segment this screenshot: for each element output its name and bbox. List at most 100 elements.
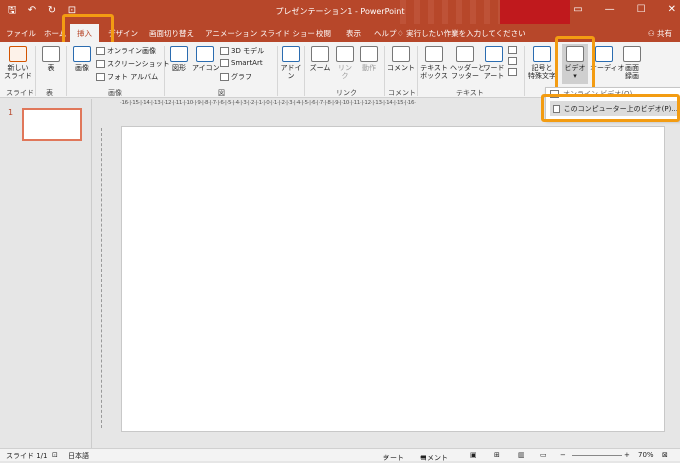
screenshot-button[interactable]: スクリーンショット <box>96 59 170 69</box>
table-button[interactable]: 表 <box>40 46 62 72</box>
zoom-out-icon[interactable]: − <box>560 451 566 459</box>
link-button[interactable]: リン ク <box>334 46 356 80</box>
symbol-label: 記号と 特殊文字 <box>528 64 556 80</box>
wordart-button[interactable]: ワード アート <box>482 46 506 80</box>
divider <box>164 46 165 96</box>
comment-icon <box>392 46 410 62</box>
group-label-table: 表 <box>46 89 53 97</box>
zoom-button[interactable]: ズーム <box>308 46 332 72</box>
maximize-icon[interactable]: ☐ <box>637 4 646 15</box>
shapes-button[interactable]: 図形 <box>168 46 190 72</box>
star-icon <box>360 46 378 62</box>
chart-icon <box>220 73 229 81</box>
divider <box>524 46 525 96</box>
3d-model-button[interactable]: 3D モデル <box>220 46 264 56</box>
minimize-icon[interactable]: — <box>605 4 615 15</box>
slide-number-icon[interactable] <box>508 57 517 65</box>
smartart-icon <box>220 59 229 67</box>
header-footer-icon <box>456 46 474 62</box>
accessibility-icon[interactable]: ⊡ <box>52 451 58 459</box>
horizontal-ruler: ·16·|·15·|·14·|·13·|·12·|·11·|·10·|·9·|·… <box>120 100 416 106</box>
slide-canvas[interactable] <box>121 126 665 432</box>
symbol-button[interactable]: 記号と 特殊文字 <box>528 46 556 80</box>
graph-label: グラフ <box>231 73 252 81</box>
shapes-icon <box>170 46 188 62</box>
header-footer-button[interactable]: ヘッダーと フッター <box>450 46 485 80</box>
slide-count: スライド 1/1 <box>6 452 48 460</box>
window-controls: ▭ — ☐ ✕ <box>573 4 676 15</box>
addin-button[interactable]: アドイ ン <box>280 46 302 80</box>
online-image-button[interactable]: オンライン画像 <box>96 46 156 56</box>
object-icon[interactable] <box>508 68 517 76</box>
ribbon-display-icon[interactable]: ▭ <box>573 4 582 15</box>
slideshow-view-icon[interactable]: ▭ <box>540 451 547 459</box>
new-slide-button[interactable]: 新しい スライド <box>4 46 32 80</box>
vertical-ruler <box>101 128 109 428</box>
sorter-view-icon[interactable]: ⊞ <box>494 451 500 459</box>
video-button-highlight <box>555 36 595 91</box>
comment-button[interactable]: コメント <box>387 46 415 72</box>
textbox-button[interactable]: テキスト ボックス <box>420 46 448 80</box>
tab-file[interactable]: ファイル <box>6 28 36 39</box>
icons-button[interactable]: アイコン <box>192 46 220 72</box>
screen-record-button[interactable]: 画面 録画 <box>620 46 644 80</box>
slide-thumbnail-pane: 1 <box>0 99 92 448</box>
tell-me-box[interactable]: ♢ 実行したい作業を入力してください <box>397 28 526 39</box>
omega-icon <box>533 46 551 62</box>
textbox-icon <box>425 46 443 62</box>
divider <box>304 46 305 96</box>
addin-icon <box>282 46 300 62</box>
table-icon <box>42 46 60 62</box>
image-label: 画像 <box>75 64 89 72</box>
online-image-label: オンライン画像 <box>107 47 156 55</box>
cube-icon <box>220 47 229 55</box>
tab-slideshow[interactable]: スライド ショー <box>260 28 315 39</box>
image-button[interactable]: 画像 <box>70 46 94 72</box>
comments-label: コメント <box>420 454 448 462</box>
zoom-in-icon[interactable]: + <box>624 451 630 459</box>
zoom-slider[interactable] <box>572 455 622 456</box>
screen-record-label: 画面 録画 <box>625 64 639 80</box>
divider <box>277 46 278 96</box>
tab-review[interactable]: 校閲 <box>316 28 331 39</box>
close-icon[interactable]: ✕ <box>668 4 676 15</box>
notes-label: ノート <box>383 454 404 462</box>
action-button[interactable]: 動作 <box>358 46 380 72</box>
fit-to-window-icon[interactable]: ⊠ <box>662 451 668 459</box>
smartart-button[interactable]: SmartArt <box>220 59 263 67</box>
tab-animations[interactable]: アニメーション <box>205 28 257 39</box>
screen-record-icon <box>623 46 641 62</box>
image-icon <box>73 46 91 62</box>
comment-label: コメント <box>387 64 415 72</box>
graph-button[interactable]: グラフ <box>220 72 252 82</box>
share-button[interactable]: ⚇ 共有 <box>648 28 672 39</box>
tab-transitions[interactable]: 画面切り替え <box>149 28 194 39</box>
zoom-icon <box>311 46 329 62</box>
normal-view-icon[interactable]: ▣ <box>470 451 477 459</box>
zoom-label: ズーム <box>309 64 331 72</box>
shapes-label: 図形 <box>172 64 186 72</box>
tab-help[interactable]: ヘルプ <box>374 28 397 39</box>
screenshot-label: スクリーンショット <box>107 60 170 68</box>
slide-thumbnail[interactable] <box>22 108 82 141</box>
tell-me-text: 実行したい作業を入力してください <box>406 29 526 38</box>
language: 日本語 <box>68 452 89 460</box>
photo-album-button[interactable]: フォト アルバム <box>96 72 158 82</box>
photo-album-label: フォト アルバム <box>107 73 159 81</box>
reading-view-icon[interactable]: ▥ <box>518 451 525 459</box>
icons-icon <box>196 46 214 62</box>
tab-view[interactable]: 表示 <box>346 28 361 39</box>
textbox-label: テキスト ボックス <box>420 64 448 80</box>
person-icon: ⚇ <box>647 29 657 38</box>
status-bar: スライド 1/1 ⊡ 日本語 ≐ ノート ▬ コメント ▣ ⊞ ▥ ▭ − + … <box>0 448 680 462</box>
group-label-figure: 図 <box>218 89 225 97</box>
screenshot-icon <box>96 60 105 68</box>
zoom-level[interactable]: 70% <box>638 451 654 459</box>
action-label: 動作 <box>362 64 376 72</box>
divider <box>417 46 418 96</box>
divider <box>35 46 36 96</box>
date-icon[interactable] <box>508 46 517 54</box>
wordart-icon <box>485 46 503 62</box>
lightbulb-icon: ♢ <box>397 29 407 38</box>
share-label: 共有 <box>657 29 672 38</box>
